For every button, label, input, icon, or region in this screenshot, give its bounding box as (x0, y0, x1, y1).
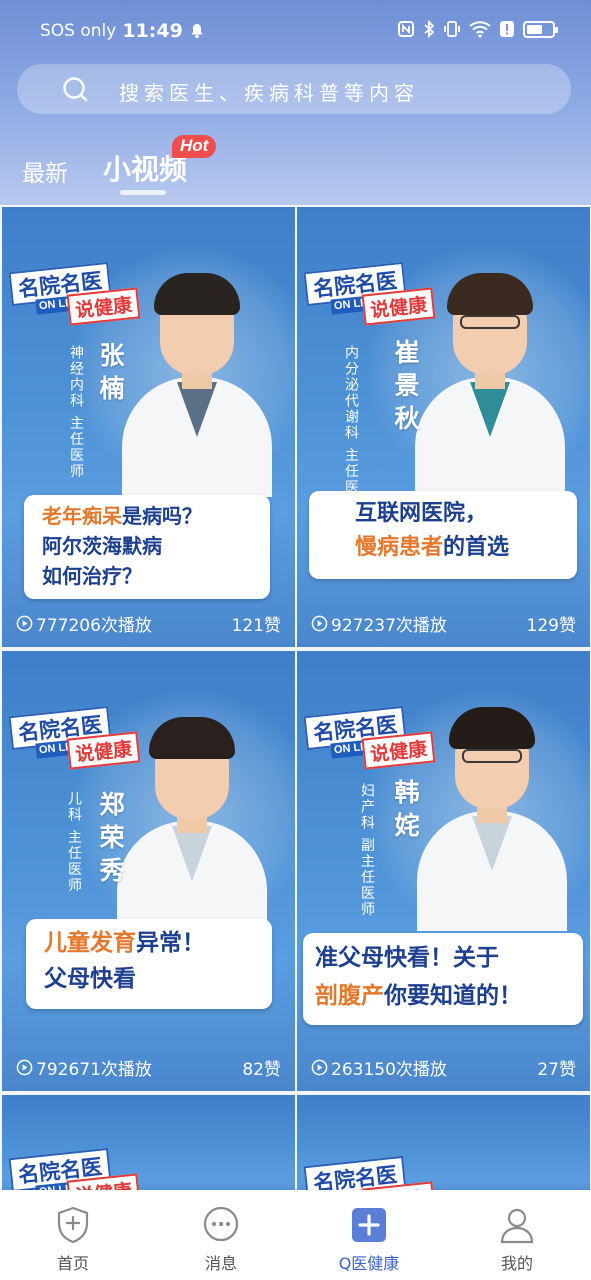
headline-line: 慢病患者的首选 (355, 531, 567, 565)
headline-line: 儿童发育异常！ (44, 925, 262, 961)
headline-text: 互联网医院， (355, 501, 488, 526)
play-icon (16, 615, 33, 632)
headline-line: 阿尔茨海默病 (42, 531, 260, 561)
nav-profile[interactable]: 我的 (467, 1204, 567, 1274)
doctor-title: 妇产科 副主任医师 (359, 783, 375, 918)
video-headline: 准父母快看！关于 剖腹产你要知道的！ (303, 933, 583, 1025)
headline-highlight: 老年痴呆 (42, 504, 122, 528)
wifi-icon (469, 21, 491, 38)
like-count: 82赞 (242, 1060, 281, 1080)
play-count: 777206次播放 (16, 611, 152, 636)
carrier-label: SOS only (40, 21, 117, 41)
nav-home[interactable]: 首页 (23, 1204, 123, 1274)
doctor-portrait (122, 247, 282, 497)
doctor-title: 儿科 主任医师 (66, 791, 82, 894)
video-headline: 互联网医院， 慢病患者的首选 (309, 491, 577, 579)
bell-icon (191, 24, 203, 39)
video-headline: 老年痴呆是病吗？ 阿尔茨海默病 如何治疗？ (24, 495, 270, 599)
nav-messages[interactable]: 消息 (171, 1204, 271, 1274)
video-card[interactable]: 名院名医 ON LINE 说健康 神经内科 主任医师 张楠 老年痴呆是病吗？ 阿… (2, 207, 295, 647)
search-placeholder[interactable]: 搜索医生、疾病科普等内容 (119, 77, 419, 106)
message-bubble-icon (203, 1206, 239, 1242)
tab-latest[interactable]: 最新 (22, 154, 68, 188)
status-bar: SOS only 11:49 (0, 0, 591, 64)
headline-highlight: 剖腹产 (315, 983, 384, 1009)
doctor-name: 韩姹 (391, 779, 420, 845)
doctor-title: 内分泌代谢科 主任医师 (343, 345, 359, 512)
home-shield-icon (57, 1206, 89, 1244)
hot-badge: Hot (172, 135, 217, 158)
like-count: 121赞 (231, 616, 281, 636)
headline-line: 如何治疗？ (42, 561, 260, 591)
clock: 11:49 (122, 20, 183, 42)
headline-text: 如何治疗？ (42, 564, 142, 588)
doctor-title: 神经内科 主任医师 (68, 345, 84, 480)
video-card[interactable]: 名院名医 ON LINE 说健康 儿科 主任医师 郑荣秀 儿童发育异常！ 父母快… (2, 651, 295, 1091)
q-health-icon (352, 1208, 386, 1242)
header: SOS only 11:49 搜索医生、疾病科普等内容 最新 小视频 Hot (0, 0, 591, 205)
play-count: 792671次播放 (16, 1055, 152, 1080)
headline-text: 阿尔茨海默病 (42, 534, 162, 558)
headline-line: 老年痴呆是病吗？ (42, 501, 260, 531)
vibrate-icon (444, 21, 460, 37)
play-icon (311, 1059, 328, 1076)
active-tab-indicator (120, 190, 166, 195)
play-icon (311, 615, 328, 632)
nfc-icon (398, 21, 414, 37)
play-icon (16, 1059, 33, 1076)
doctor-name: 张楠 (96, 342, 125, 408)
bluetooth-icon (424, 20, 435, 38)
headline-line: 剖腹产你要知道的！ (315, 977, 573, 1015)
headline-highlight: 慢病患者 (355, 535, 444, 560)
play-count: 927237次播放 (311, 611, 447, 636)
doctor-name: 郑荣秀 (96, 791, 125, 890)
headline-line: 准父母快看！关于 (315, 939, 573, 977)
search-bar[interactable]: 搜索医生、疾病科普等内容 (17, 64, 571, 114)
headline-line: 互联网医院， (355, 497, 567, 531)
doctor-portrait (415, 267, 575, 497)
video-headline: 儿童发育异常！ 父母快看 (26, 919, 272, 1009)
headline-text: 异常！ (136, 930, 205, 956)
headline-highlight: 儿童发育 (44, 930, 136, 956)
doctor-name: 崔景秋 (391, 339, 420, 438)
headline-text: 是病吗？ (122, 504, 202, 528)
like-count: 129赞 (526, 616, 576, 636)
headline-text: 你要知道的！ (384, 983, 522, 1009)
nav-q-health[interactable]: Q医健康 (319, 1204, 419, 1274)
doctor-portrait (417, 707, 577, 931)
like-count: 27赞 (537, 1060, 576, 1080)
profile-icon (500, 1208, 534, 1244)
headline-text: 父母快看 (44, 966, 136, 992)
headline-text: 准父母快看！关于 (315, 945, 499, 971)
doctor-portrait (117, 717, 277, 941)
headline-line: 父母快看 (44, 961, 262, 997)
battery-icon (523, 20, 558, 38)
alert-icon (500, 21, 514, 37)
play-count: 263150次播放 (311, 1055, 447, 1080)
video-card[interactable]: 名院名医 ON LINE 说健康 妇产科 副主任医师 韩姹 准父母快看！关于 剖… (297, 651, 590, 1091)
bottom-navigation: 首页 消息 Q医健康 我的 (0, 1190, 591, 1280)
search-icon (63, 77, 88, 102)
video-card[interactable]: 名院名医 ON LINE 说健康 内分泌代谢科 主任医师 崔景秋 互联网医院， … (297, 207, 590, 647)
tab-bar: 最新 小视频 Hot (0, 135, 591, 200)
headline-text: 的首选 (443, 535, 510, 560)
